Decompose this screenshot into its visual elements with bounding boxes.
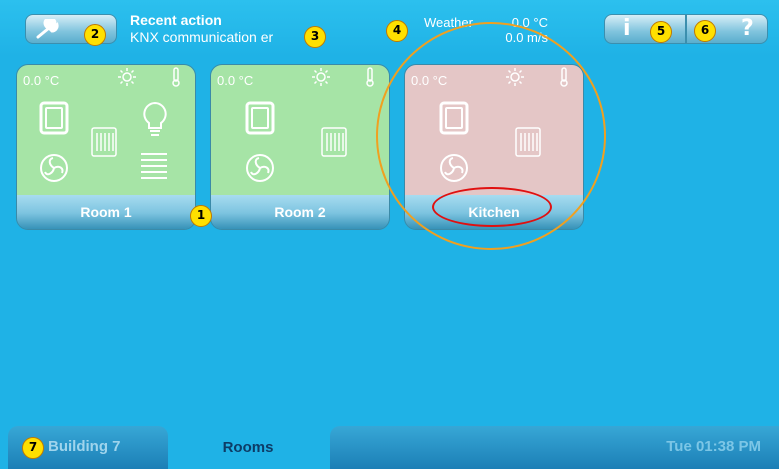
fan-icon (246, 154, 274, 182)
info-help-group: i ? (604, 14, 768, 44)
fan-icon (440, 154, 468, 182)
window-icon (245, 101, 275, 135)
weather-wind-speed: 0.0 m/s (505, 30, 548, 45)
recent-action[interactable]: Recent action KNX communication er (130, 12, 273, 46)
sun-icon (506, 68, 524, 86)
sun-icon (312, 68, 330, 86)
marker-6: 6 (694, 20, 716, 42)
radiator-icon (321, 127, 347, 157)
fan-icon (40, 154, 68, 182)
room-temperature: 0.0 °C (23, 73, 60, 88)
status-area: Tue 01:38 PM (330, 426, 779, 469)
marker-5: 5 (650, 21, 672, 43)
marker-7: 7 (22, 437, 44, 459)
radiator-icon (91, 127, 117, 157)
room-card-body: 0.0 °C (405, 65, 583, 195)
tab-rooms[interactable]: Rooms (168, 426, 328, 469)
marker-1: 1 (190, 205, 212, 227)
marker-2: 2 (84, 24, 106, 46)
room-card-body: 0.0 °C (211, 65, 389, 195)
room-temperature: 0.0 °C (411, 73, 448, 88)
blinds-icon (141, 153, 167, 179)
thermometer-icon (172, 67, 180, 87)
radiator-icon (515, 127, 541, 157)
room-card-body: 0.0 °C (17, 65, 195, 195)
clock: Tue 01:38 PM (666, 438, 761, 455)
lightbulb-icon (143, 101, 167, 136)
room-temperature: 0.0 °C (217, 73, 254, 88)
weather-label: Weather (424, 15, 473, 30)
room-name: Kitchen (405, 195, 583, 229)
recent-action-message: KNX communication er (130, 29, 274, 45)
recent-action-title: Recent action (130, 12, 222, 28)
thermometer-icon (560, 67, 568, 87)
bottom-bar: Building 7 Rooms Tue 01:38 PM (0, 420, 779, 469)
weather-temperature: 0.0 °C (511, 15, 548, 30)
divider (685, 15, 687, 43)
wrench-icon (36, 19, 59, 39)
room-card-room-2[interactable]: 0.0 °C Room 2 (210, 64, 390, 230)
window-icon (39, 101, 69, 135)
window-icon (439, 101, 469, 135)
help-button[interactable]: ? (741, 16, 754, 41)
info-button[interactable]: i (623, 16, 631, 41)
marker-4: 4 (386, 20, 408, 42)
room-card-kitchen[interactable]: 0.0 °C Kitchen (404, 64, 584, 230)
sun-icon (118, 68, 136, 86)
thermometer-icon (366, 67, 374, 87)
room-name: Room 1 (17, 195, 195, 229)
room-card-room-1[interactable]: 0.0 °C Room 1 (16, 64, 196, 230)
marker-3: 3 (304, 26, 326, 48)
room-name: Room 2 (211, 195, 389, 229)
